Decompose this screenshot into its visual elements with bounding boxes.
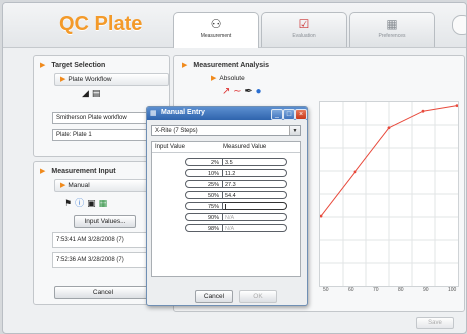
measured-value-field[interactable]: 3.5	[223, 158, 287, 166]
subtab-arrow-icon: ▶	[60, 182, 66, 189]
line-tool-icon[interactable]: ∼	[233, 86, 241, 97]
input-value-cell: 75%	[185, 202, 223, 210]
section-arrow-icon: ▶	[40, 62, 46, 69]
x-tick-label: 70	[373, 287, 379, 293]
x-tick-label: 100	[448, 287, 457, 293]
measurement-icon: ⚇	[210, 17, 222, 31]
chart-tools: ↗ ∼ ✒ ●	[222, 86, 262, 97]
subtab-arrow-icon: ▶	[211, 75, 217, 82]
col-input-header: Input Value	[155, 144, 185, 150]
plate-icon[interactable]: ◢	[82, 88, 89, 99]
target-selection-title: ▶ Target Selection	[40, 62, 106, 69]
save-button[interactable]: Save	[416, 317, 454, 329]
cancel-measurement-button[interactable]: Cancel	[54, 286, 152, 299]
measurement-input-title: ▶ Measurement Input	[40, 168, 116, 175]
info-tool-icon[interactable]: ●	[256, 86, 262, 97]
grid-icon[interactable]: ▦	[99, 198, 108, 209]
x-tick-label: 60	[348, 287, 354, 293]
header-toggle[interactable]	[452, 15, 466, 35]
tab-measurement-label: Measurement	[200, 33, 232, 39]
input-value-cell: 25%	[185, 180, 223, 188]
minimize-icon[interactable]: _	[271, 109, 283, 120]
pen-tool-icon[interactable]: ✒	[244, 86, 252, 97]
section-arrow-icon: ▶	[40, 168, 46, 175]
manual-entry-dialog: ▦ Manual Entry _ □ × X-Rite (7 Steps) ▼ …	[146, 106, 308, 306]
dialog-title: Manual Entry	[161, 109, 205, 116]
entry-table: Input Value Measured Value 2% 3.5 10% 11.2 2…	[151, 141, 301, 277]
input-value-cell: 10%	[185, 169, 223, 177]
input-value-cell: 98%	[185, 224, 223, 232]
dialog-ok-button[interactable]: OK	[239, 290, 277, 303]
measured-value-field[interactable]: 27.3	[223, 180, 287, 188]
text-caret	[225, 203, 226, 210]
chart-svg	[319, 102, 459, 286]
input-value-cell: 50%	[185, 191, 223, 199]
dialog-title-bar[interactable]: ▦ Manual Entry _ □ ×	[147, 107, 307, 120]
device-icons: ⚑ ⓘ ▣ ▦	[64, 196, 110, 209]
subtab-arrow-icon: ▶	[60, 76, 66, 83]
measured-value-field[interactable]: 54.4	[223, 191, 287, 199]
chart-plot	[319, 101, 459, 287]
measurement-analysis-title: ▶ Measurement Analysis	[182, 62, 269, 69]
section-arrow-icon: ▶	[182, 62, 188, 69]
tab-preferences-label: Preferences	[378, 33, 406, 39]
tab-evaluation[interactable]: ☑ Evaluation	[261, 12, 347, 47]
tab-preferences[interactable]: ▦ Preferences	[349, 12, 435, 47]
data-point	[421, 109, 425, 113]
monitor-icon[interactable]: ▣	[87, 198, 96, 209]
input-value-cell: 2%	[185, 158, 223, 166]
plate-workflow-subtab[interactable]: ▶ Plate Workflow	[54, 73, 169, 86]
absolute-subtab[interactable]: ▶ Absolute	[206, 73, 271, 84]
x-tick-label: 80	[398, 287, 404, 293]
measured-value-field[interactable]	[223, 202, 287, 210]
dialog-cancel-button[interactable]: Cancel	[195, 290, 233, 303]
measured-value-field[interactable]: N/A	[223, 213, 287, 221]
input-value-cell: 90%	[185, 213, 223, 221]
measured-value-field[interactable]: 11.2	[223, 169, 287, 177]
preferences-icon: ▦	[386, 17, 398, 31]
app-header: QC Plate ⚇ Measurement ☑ Evaluation ▦ Pr…	[3, 3, 466, 48]
dialog-app-icon: ▦	[150, 110, 157, 117]
preset-select[interactable]: X-Rite (7 Steps) ▼	[151, 125, 301, 136]
col-measured-header: Measured Value	[223, 144, 267, 150]
close-icon[interactable]: ×	[295, 109, 307, 120]
checklist-icon: ☑	[298, 17, 310, 31]
data-point	[387, 126, 391, 130]
instrument-icon[interactable]: ⚑	[64, 198, 72, 209]
x-tick-label: 90	[423, 287, 429, 293]
maximize-icon[interactable]: □	[283, 109, 295, 120]
tab-measurement[interactable]: ⚇ Measurement	[173, 12, 259, 48]
measured-value-field[interactable]: N/A	[223, 224, 287, 232]
data-point	[455, 104, 459, 108]
app-title: QC Plate	[59, 13, 143, 35]
input-values-button[interactable]: Input Values...	[74, 215, 136, 228]
data-point	[353, 170, 357, 174]
x-tick-label: 50	[323, 287, 329, 293]
header-divider	[152, 152, 300, 153]
info-icon[interactable]: ⓘ	[75, 196, 84, 209]
printer-icon[interactable]: ▤	[92, 88, 101, 99]
workflow-icons: ◢ ▤	[82, 88, 103, 99]
tab-evaluation-label: Evaluation	[292, 33, 316, 39]
curve-tool-icon[interactable]: ↗	[222, 86, 230, 97]
chevron-down-icon[interactable]: ▼	[289, 126, 300, 135]
